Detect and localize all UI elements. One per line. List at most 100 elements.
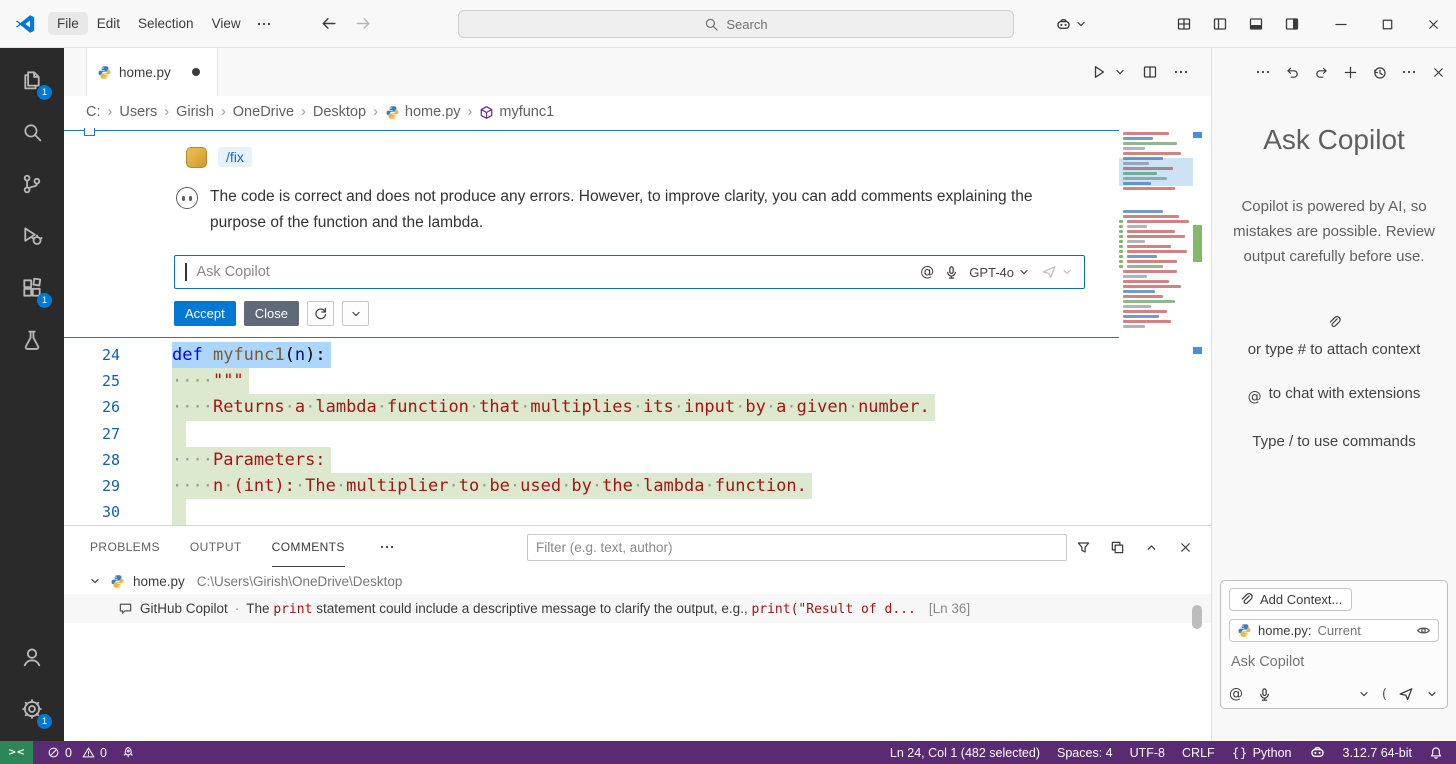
comment-line-ref[interactable]: [Ln 36]	[929, 601, 970, 616]
toggle-panel-icon[interactable]	[1248, 16, 1264, 32]
settings-button[interactable]: 1	[0, 683, 64, 735]
chat-more-icon[interactable]	[1255, 64, 1271, 80]
problems-status[interactable]: 0 0	[47, 746, 107, 760]
close-panel-icon[interactable]	[1178, 540, 1193, 555]
accept-button[interactable]: Accept	[174, 301, 236, 326]
code-line[interactable]: 25····"""	[64, 368, 1211, 394]
run-button[interactable]	[1091, 64, 1107, 80]
activity-explorer[interactable]: 1	[0, 54, 64, 106]
eol-sequence[interactable]: CRLF	[1182, 746, 1215, 760]
eye-icon[interactable]	[1416, 623, 1431, 638]
menu-file[interactable]: File	[48, 12, 88, 35]
launch-status[interactable]	[121, 746, 134, 759]
new-chat-icon[interactable]	[1343, 65, 1358, 80]
activity-testing[interactable]	[0, 314, 64, 366]
comments-file-row[interactable]: home.py C:\Users\Girish\OneDrive\Desktop	[64, 568, 1211, 594]
sidebar-more-icon[interactable]	[1401, 64, 1417, 80]
cursor-position[interactable]: Ln 24, Col 1 (482 selected)	[890, 746, 1040, 760]
activity-search[interactable]	[0, 106, 64, 158]
filter-icon[interactable]	[1076, 540, 1091, 555]
send-icon[interactable]	[1398, 686, 1414, 702]
split-editor-icon[interactable]	[1142, 64, 1158, 80]
nav-forward-icon	[355, 15, 372, 32]
mention-icon[interactable]: @	[1229, 686, 1243, 702]
editor-more-icon[interactable]	[1173, 64, 1189, 80]
tab-problems[interactable]: PROBLEMS	[90, 527, 160, 567]
breadcrumb-onedrive[interactable]: OneDrive	[233, 104, 294, 120]
toggle-primary-sidebar-icon[interactable]	[1212, 16, 1228, 32]
account-button[interactable]	[0, 631, 64, 683]
inline-chat-input[interactable]: Ask Copilot @ GPT-4o	[174, 255, 1085, 289]
python-interpreter[interactable]: 3.12.7 64-bit	[1343, 746, 1413, 760]
copilot-menu[interactable]	[1055, 16, 1088, 33]
copilot-status-icon[interactable]	[1309, 744, 1326, 761]
customize-layout-icon[interactable]	[1176, 16, 1192, 32]
chat-input-box[interactable]: Add Context... home.py: Current Ask Copi…	[1220, 580, 1448, 709]
menu-view[interactable]: View	[203, 12, 250, 35]
send-dropdown-icon[interactable]	[1425, 687, 1439, 701]
toggle-secondary-sidebar-icon[interactable]	[1284, 16, 1300, 32]
code-line[interactable]: 27	[64, 421, 1211, 447]
mic-icon[interactable]	[1257, 687, 1272, 702]
slash-command-chip[interactable]: /fix	[218, 147, 252, 167]
encoding[interactable]: UTF-8	[1130, 746, 1165, 760]
comment-item[interactable]: GitHub Copilot · The print statement cou…	[64, 594, 1211, 623]
undo-edit-icon[interactable]	[1285, 65, 1300, 80]
add-context-button[interactable]: Add Context...	[1229, 588, 1352, 611]
activity-run-debug[interactable]	[0, 210, 64, 262]
tab-home-py[interactable]: home.py	[86, 48, 218, 96]
breadcrumb-file[interactable]: home.py	[385, 104, 461, 120]
menu-selection[interactable]: Selection	[129, 12, 203, 35]
model-picker[interactable]: GPT-4o	[969, 265, 1031, 280]
close-chat-button[interactable]: Close	[244, 301, 299, 326]
mic-icon[interactable]	[944, 265, 959, 280]
editor[interactable]: /fix The code is correct and does not pr…	[64, 128, 1211, 633]
activity-source-control[interactable]	[0, 158, 64, 210]
inline-chat-grip[interactable]	[84, 128, 95, 136]
line-content: ····Parameters:	[172, 447, 331, 473]
close-sidebar-icon[interactable]	[1431, 65, 1446, 80]
breadcrumb-drive[interactable]: C:	[86, 104, 101, 120]
menu-edit[interactable]: Edit	[88, 12, 129, 35]
tab-output[interactable]: OUTPUT	[190, 527, 242, 567]
comments-filter-input[interactable]: Filter (e.g. text, author)	[527, 534, 1067, 561]
remote-indicator[interactable]: ><	[0, 741, 33, 764]
code-line[interactable]: 24def myfunc1(n):	[64, 342, 1211, 368]
close-button[interactable]	[1410, 0, 1456, 48]
tab-comments[interactable]: COMMENTS	[272, 527, 345, 567]
run-dropdown-icon[interactable]	[1113, 65, 1127, 79]
code-line[interactable]: 29····n·(int):·The·multiplier·to·be·used…	[64, 473, 1211, 499]
chat-input-placeholder[interactable]: Ask Copilot	[1231, 654, 1437, 670]
nav-back-icon[interactable]	[320, 15, 337, 32]
mention-icon[interactable]: @	[920, 264, 934, 280]
breadcrumb-desktop[interactable]: Desktop	[313, 104, 366, 120]
status-bar: >< 0 0 Ln 24, Col 1 (482 selected) Space…	[0, 741, 1456, 764]
activity-extensions[interactable]: 1	[0, 262, 64, 314]
more-actions-button[interactable]	[342, 301, 369, 326]
redo-edit-icon[interactable]	[1314, 65, 1329, 80]
vscode-window: File Edit Selection View Search	[0, 0, 1456, 764]
send-button[interactable]	[1041, 264, 1074, 280]
panel-scrollbar[interactable]	[1192, 605, 1202, 629]
code-line[interactable]: 26····Returns·a·lambda·function·that·mul…	[64, 394, 1211, 420]
comment-text: The print statement could include a desc…	[246, 601, 916, 617]
command-center-search[interactable]: Search	[458, 10, 1014, 38]
indentation[interactable]: Spaces: 4	[1057, 746, 1113, 760]
breadcrumb-symbol[interactable]: myfunc1	[479, 104, 554, 120]
context-file-chip[interactable]: home.py: Current	[1229, 619, 1439, 642]
breadcrumb-girish[interactable]: Girish	[176, 104, 214, 120]
breadcrumb-users[interactable]: Users	[119, 104, 157, 120]
menu-more-icon[interactable]	[256, 16, 272, 32]
collapse-all-icon[interactable]	[1110, 540, 1125, 555]
chat-history-icon[interactable]	[1372, 65, 1387, 80]
language-mode[interactable]: {} Python	[1232, 745, 1292, 760]
bell-icon[interactable]	[1429, 746, 1443, 760]
minimize-button[interactable]	[1318, 0, 1364, 48]
maximize-panel-icon[interactable]	[1144, 540, 1159, 555]
code-line[interactable]: 30	[64, 499, 1211, 525]
maximize-button[interactable]	[1364, 0, 1410, 48]
mode-dropdown-icon[interactable]	[1357, 687, 1371, 701]
regenerate-button[interactable]	[307, 301, 334, 326]
code-line[interactable]: 28····Parameters:	[64, 447, 1211, 473]
panel-tabs-more-icon[interactable]	[379, 539, 395, 555]
